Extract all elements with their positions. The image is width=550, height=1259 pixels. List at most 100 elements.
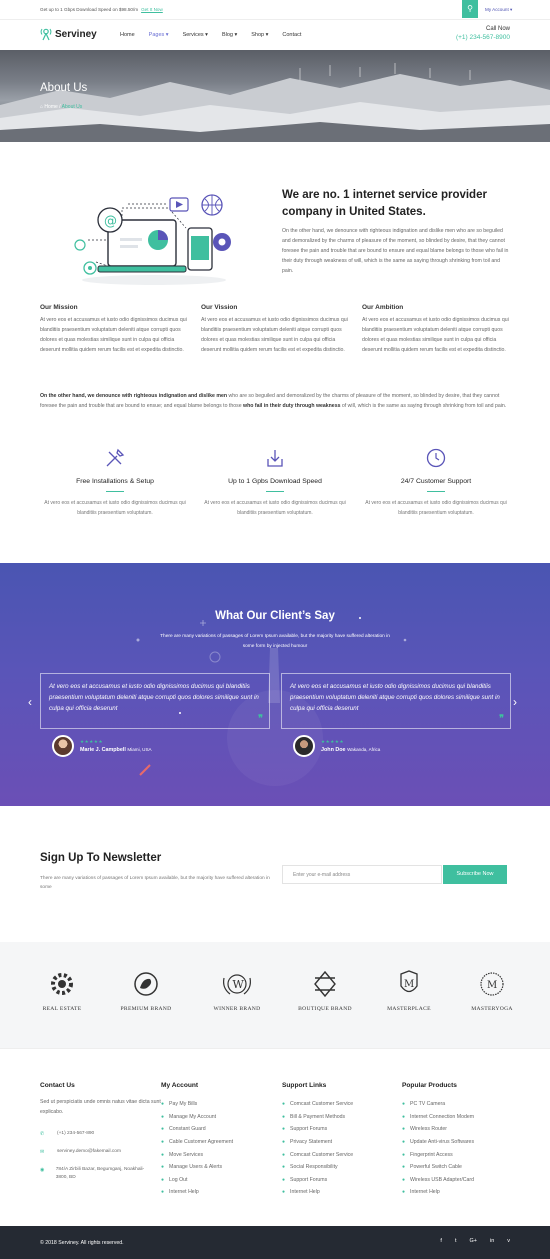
linkedin-icon[interactable]: in	[490, 1238, 494, 1244]
footer: Contact Us Sed ut perspiciatis unde omni…	[0, 1048, 550, 1226]
bullet-icon: ●	[402, 1139, 406, 1146]
footer-link[interactable]: ● Social Responsibility	[282, 1161, 402, 1174]
bullet-icon: ●	[161, 1126, 165, 1133]
footer-link[interactable]: ● Log Out	[161, 1174, 281, 1187]
footer-link-label: Comcast Customer Service	[290, 1101, 354, 1108]
footer-link[interactable]: ● Internet Help	[282, 1186, 402, 1199]
email-text[interactable]: serviney.demo@fakemail.com	[57, 1148, 121, 1157]
footer-contact-title: Contact Us	[40, 1082, 75, 1089]
vision-column: Our Vission At vero eos et accusamus et i…	[201, 304, 351, 356]
footer-link[interactable]: ● Pay My Bills	[161, 1098, 281, 1111]
search-button[interactable]: ⚲	[462, 0, 478, 18]
bullet-icon: ●	[402, 1164, 406, 1171]
footer-popular-products: Popular Products ● PC TV Camera ● Internet …	[402, 1082, 522, 1199]
footer-link-label: Cable Customer Agreement	[169, 1139, 234, 1146]
about-paragraph: On the other hand, we denounce with righ…	[40, 392, 512, 412]
prev-arrow-icon[interactable]: ‹	[28, 695, 32, 709]
google-plus-icon[interactable]: G+	[469, 1238, 477, 1244]
brand-logo[interactable]: M MASTERYOGA	[462, 970, 522, 1012]
feature-title: Up to 1 Gpbs Download Speed	[228, 478, 322, 485]
twitter-icon[interactable]: t	[455, 1238, 457, 1244]
bullet-icon: ●	[282, 1101, 286, 1108]
nav-services[interactable]: Services ▾	[183, 32, 208, 38]
footer-link[interactable]: ● Comcast Customer Service	[282, 1098, 402, 1111]
tools-icon	[106, 448, 125, 467]
footer-link[interactable]: ● Internet Connection Modem	[402, 1111, 522, 1124]
testimonials-title: What Our Client’s Say	[215, 610, 335, 622]
location-icon: ◉	[40, 1166, 45, 1173]
footer-link[interactable]: ● Manage Users & Alerts	[161, 1161, 281, 1174]
footer-link[interactable]: ● Support Forums	[282, 1123, 402, 1136]
footer-link[interactable]: ● PC TV Camera	[402, 1098, 522, 1111]
next-arrow-icon[interactable]: ›	[513, 695, 517, 709]
page-title: About Us	[40, 82, 88, 94]
footer-link[interactable]: ● Fingerprint Access	[402, 1148, 522, 1161]
nav-home[interactable]: Home	[120, 32, 135, 38]
footer-link[interactable]: ● Wireless Router	[402, 1123, 522, 1136]
ambition-title: Our Ambition	[362, 304, 404, 311]
footer-link[interactable]: ● Move Services	[161, 1148, 281, 1161]
phone-text[interactable]: (+1) 234-567-890	[57, 1130, 94, 1139]
footer-link-label: Privacy Statement	[290, 1139, 333, 1146]
footer-link[interactable]: ● Privacy Statement	[282, 1136, 402, 1149]
nav-blog[interactable]: Blog ▾	[222, 32, 237, 38]
logo[interactable]: Serviney	[40, 27, 97, 41]
brand-logo[interactable]: PREMIUM BRAND	[116, 970, 176, 1012]
avatar	[52, 735, 74, 757]
brand-logo[interactable]: BOUTIQUE BRAND	[295, 970, 355, 1012]
brand-name: MASTERPLACE	[387, 1006, 431, 1012]
bullet-icon: ●	[402, 1151, 406, 1158]
feature-underline	[427, 491, 445, 492]
breadcrumb-home[interactable]: Home	[44, 104, 57, 110]
footer-phone: ✆ (+1) 234-567-890	[40, 1130, 170, 1139]
nav-pages[interactable]: Pages ▾	[149, 32, 169, 38]
bullet-icon: ●	[161, 1176, 165, 1183]
call-box: Call Now (+1) 234-567-8900	[456, 26, 510, 41]
author-location: Wakanda, Africa	[347, 747, 381, 752]
brand-name: PREMIUM BRAND	[120, 1006, 172, 1012]
brand-logo[interactable]: M MASTERPLACE	[379, 970, 439, 1012]
footer-link[interactable]: ● Bill & Payment Methods	[282, 1111, 402, 1124]
footer-link-label: Wireless Router	[410, 1126, 447, 1133]
footer-link[interactable]: ● Internet Help	[161, 1186, 281, 1199]
get-it-now-link[interactable]: Get It Now	[141, 7, 163, 12]
feature-text: At vero eos et accusamus et iusto odio d…	[204, 500, 346, 516]
footer-link-label: Support Forums	[290, 1126, 328, 1133]
bullet-icon: ●	[402, 1101, 406, 1108]
bullet-icon: ●	[161, 1139, 165, 1146]
brand-logos: REAL ESTATE PREMIUM BRAND W WINNER BRAND…	[0, 942, 550, 1048]
footer-link-label: Social Responsibility	[290, 1164, 338, 1171]
home-icon: ⌂	[40, 104, 44, 110]
email-input[interactable]: Enter your e-mail address	[282, 865, 442, 884]
vimeo-icon[interactable]: v	[507, 1238, 510, 1244]
footer-link-label: Constant Guard	[169, 1126, 206, 1133]
main-nav: Home Pages ▾ Services ▾ Blog ▾ Shop ▾ Co…	[120, 32, 315, 38]
my-account-dropdown[interactable]: My Account ▾	[485, 7, 512, 13]
footer-link[interactable]: ● Manage My Account	[161, 1111, 281, 1124]
brand-logo[interactable]: REAL ESTATE	[32, 970, 92, 1012]
ambition-text: At vero eos et accusamus et iusto odio d…	[362, 317, 509, 353]
mission-column: Our Mission At vero eos et accusamus et i…	[40, 304, 190, 356]
footer-link[interactable]: ● Constant Guard	[161, 1123, 281, 1136]
brand-logo[interactable]: W WINNER BRAND	[207, 970, 267, 1012]
facebook-icon[interactable]: f	[440, 1238, 442, 1244]
footer-link[interactable]: ● Comcast Customer Service	[282, 1148, 402, 1161]
footer-link[interactable]: ● Cable Customer Agreement	[161, 1136, 281, 1149]
ambition-column: Our Ambition At vero eos et accusamus et …	[362, 304, 512, 356]
bullet-icon: ●	[161, 1189, 165, 1196]
footer-link[interactable]: ● Support Forums	[282, 1174, 402, 1187]
footer-link[interactable]: ● Powerful Switch Cable	[402, 1161, 522, 1174]
call-number[interactable]: (+1) 234-567-8900	[456, 34, 510, 41]
nav-contact[interactable]: Contact	[282, 32, 301, 38]
footer-link[interactable]: ● Wireless USB Adapter/Card	[402, 1174, 522, 1187]
footer-account-list: ● Pay My Bills ● Manage My Account ● Constant…	[161, 1098, 281, 1199]
nav-shop[interactable]: Shop ▾	[251, 32, 268, 38]
footer-link-label: Move Services	[169, 1151, 204, 1158]
subscribe-button[interactable]: Subscribe Now	[443, 865, 507, 884]
feature-installation: Free Installations & Setup At vero eos e…	[40, 447, 190, 518]
footer-link[interactable]: ● Internet Help	[402, 1186, 522, 1199]
footer-link[interactable]: ● Update Anti-virus Softwares	[402, 1136, 522, 1149]
mail-icon: ✉	[40, 1148, 45, 1155]
phone-icon: ✆	[40, 1130, 45, 1137]
footer-about-text: Sed ut perspiciatis unde omnis natus vit…	[40, 1099, 161, 1115]
